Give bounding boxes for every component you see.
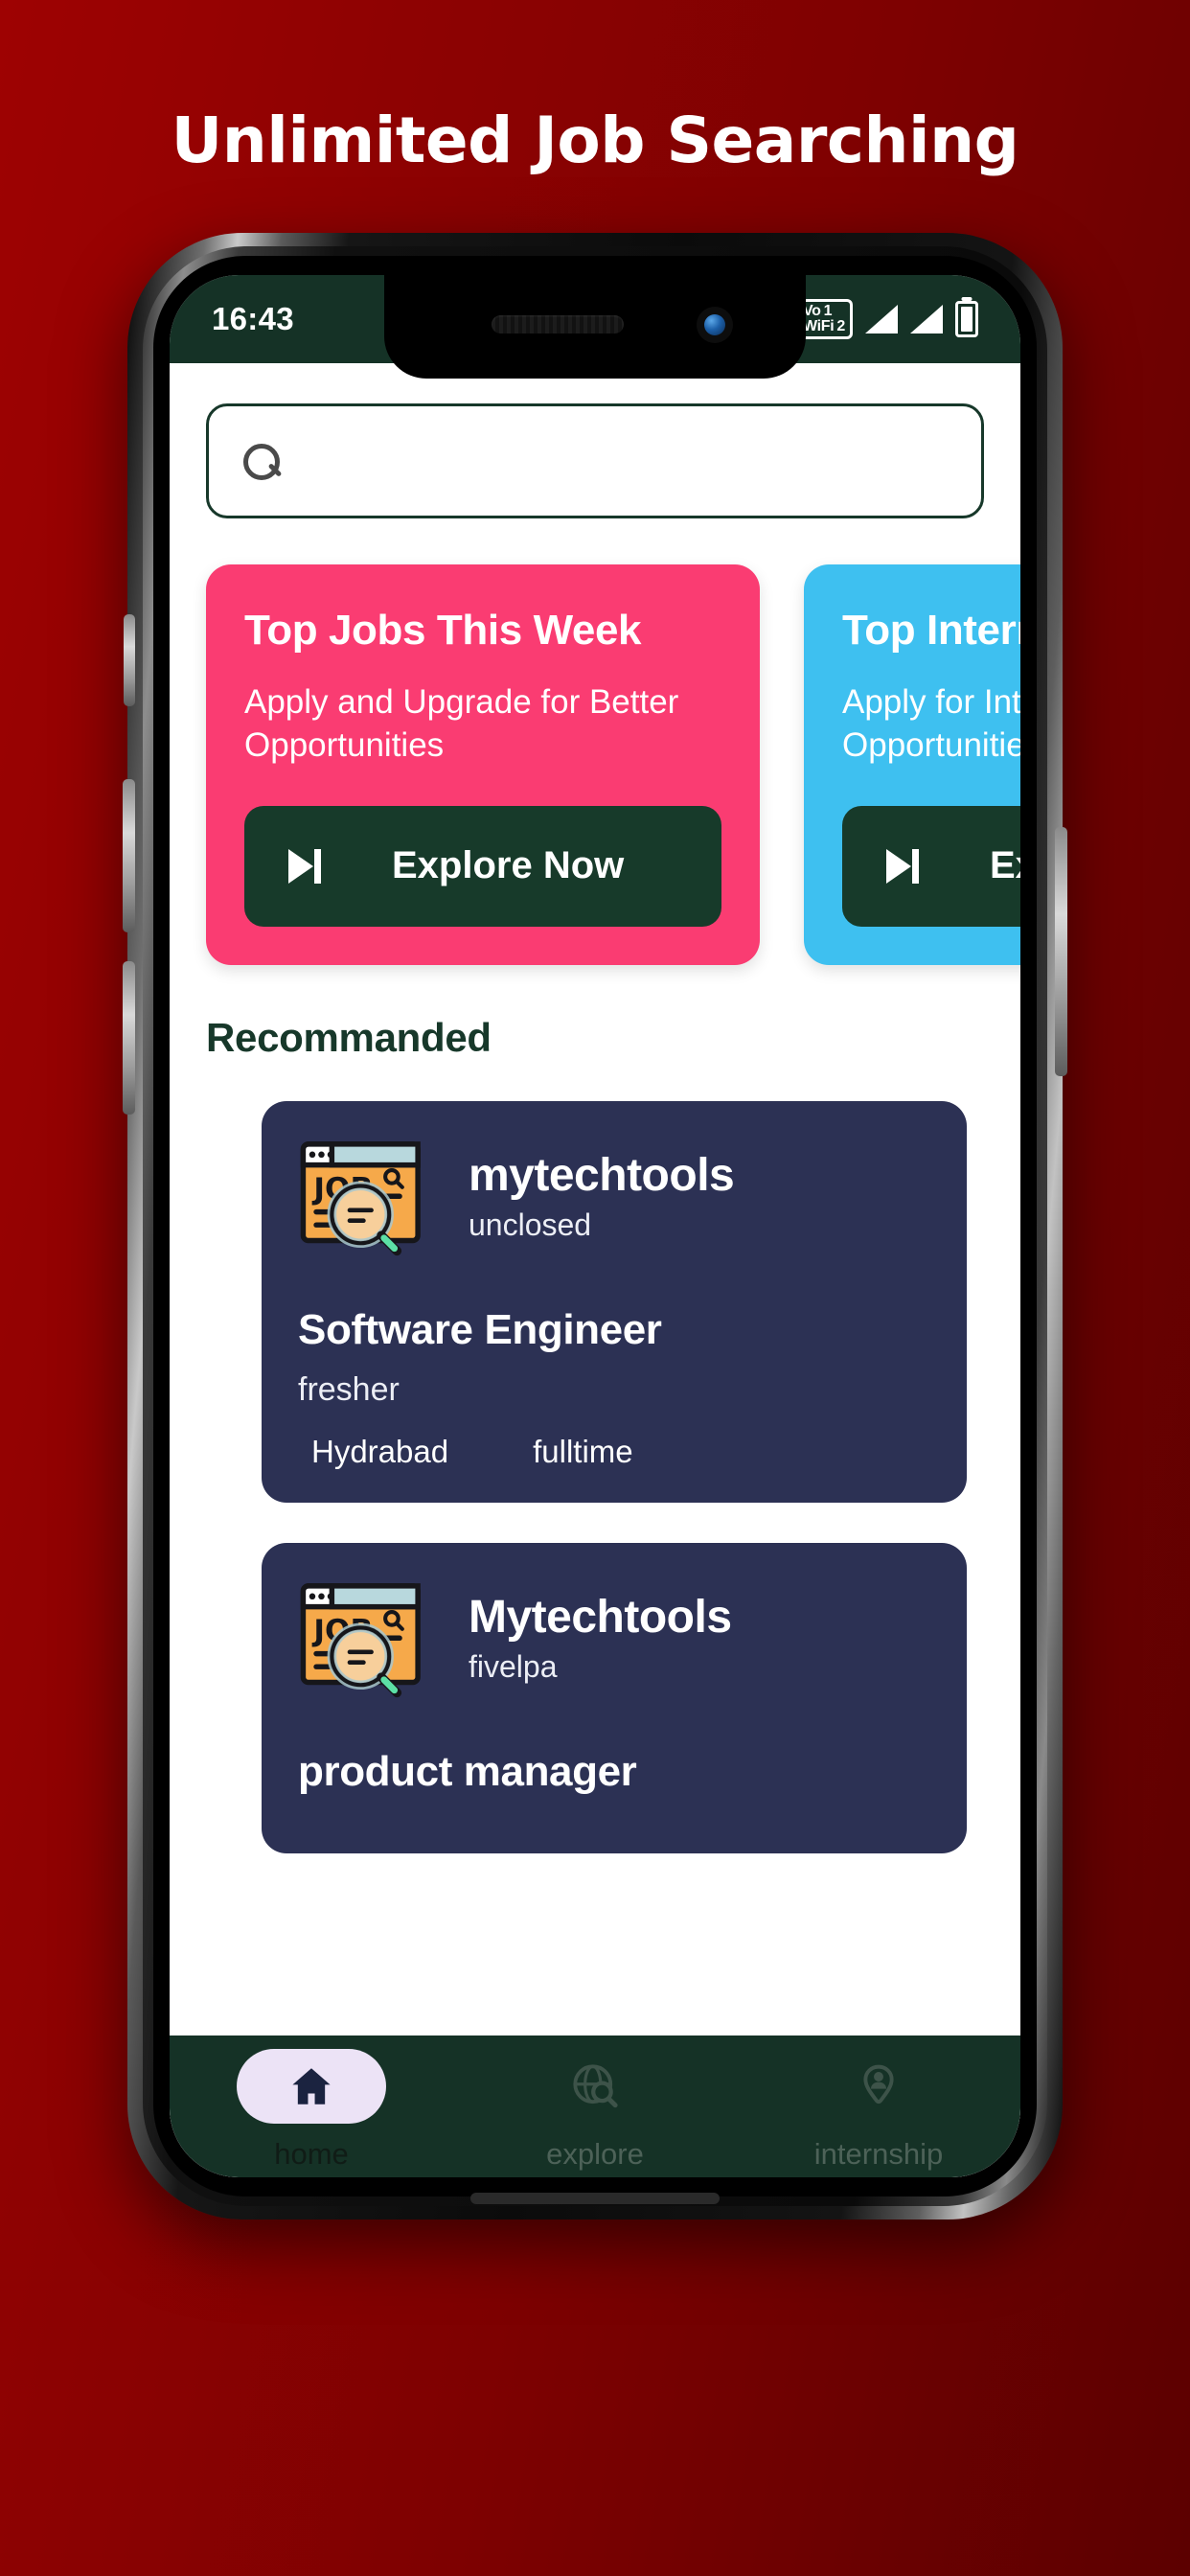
nav-label-internship: internship — [813, 2137, 944, 2171]
status-bar-clock: 16:43 — [212, 301, 294, 336]
sim-2-label: 2 — [836, 318, 845, 334]
skip-forward-icon — [886, 848, 919, 884]
promo-card-top-jobs[interactable]: Top Jobs This Week Apply and Upgrade for… — [206, 564, 760, 965]
silence-switch[interactable] — [124, 614, 135, 706]
home-indicator — [470, 2193, 720, 2204]
explore-now-button[interactable]: Explore Now — [842, 805, 1020, 927]
job-company-name: mytechtools — [469, 1149, 735, 1201]
phone-mockup: 16:43 Vo 1 WiFi 2 Top Jobs This Week App… — [123, 233, 1067, 2220]
job-company-block: Mytechtools fivelpa — [469, 1576, 732, 1685]
job-card[interactable]: JOB — [262, 1100, 967, 1503]
job-card-header: JOB — [298, 1134, 928, 1264]
search-icon — [241, 442, 280, 480]
nav-pill — [520, 2049, 670, 2124]
sim-1-label: 1 — [823, 302, 833, 319]
explore-now-label: Explore Now — [990, 844, 1020, 887]
job-company-block: mytechtools unclosed — [469, 1134, 735, 1243]
promo-subtitle: Apply and Upgrade for Better Opportuniti… — [244, 683, 679, 764]
nav-label-explore: explore — [546, 2137, 644, 2171]
nav-item-internship[interactable]: internship — [737, 2036, 1020, 2172]
status-bar-indicators: Vo 1 WiFi 2 — [794, 298, 978, 340]
job-title: product manager — [298, 1747, 637, 1795]
job-company-sub: unclosed — [469, 1207, 592, 1242]
signal-bars-icon-1 — [865, 305, 898, 334]
volume-up-button[interactable] — [123, 779, 135, 932]
search-bar[interactable] — [206, 403, 984, 518]
phone-notch — [384, 275, 806, 379]
person-pin-icon — [863, 2064, 894, 2104]
power-button[interactable] — [1055, 827, 1067, 1076]
home-icon — [292, 2068, 331, 2104]
recommended-section-title: Recommanded — [206, 1014, 492, 1060]
explore-now-button[interactable]: Explore Now — [244, 805, 721, 927]
explore-now-label: Explore Now — [392, 844, 625, 887]
signal-bars-icon-2 — [910, 305, 943, 334]
promo-carousel[interactable]: Top Jobs This Week Apply and Upgrade for… — [206, 564, 1020, 965]
bottom-navigation: home explore internship — [170, 2036, 1020, 2177]
job-search-icon: JOB — [298, 1134, 428, 1264]
nav-label-home: home — [274, 2137, 349, 2171]
skip-forward-icon — [288, 848, 321, 884]
nav-active-pill — [237, 2049, 386, 2124]
front-camera-icon — [697, 307, 733, 343]
promo-title: Top Internships — [842, 607, 1020, 654]
promo-subtitle: Apply for Internships and Better Opportu… — [842, 683, 1020, 764]
job-card[interactable]: JOB — [262, 1542, 967, 1853]
page-title: Unlimited Job Searching — [171, 104, 1019, 177]
job-title: Software Engineer — [298, 1305, 662, 1353]
scroll-area[interactable]: Top Jobs This Week Apply and Upgrade for… — [170, 363, 1020, 2036]
job-company-name: Mytechtools — [469, 1591, 732, 1643]
phone-screen: 16:43 Vo 1 WiFi 2 Top Jobs This Week App… — [170, 275, 1020, 2177]
app-content: Top Jobs This Week Apply and Upgrade for… — [170, 363, 1020, 2177]
job-card-header: JOB — [298, 1576, 928, 1706]
job-type: fulltime — [533, 1433, 633, 1469]
job-location: Hydrabad — [311, 1433, 449, 1469]
job-level: fresher — [298, 1370, 400, 1408]
nav-pill — [804, 2049, 953, 2124]
globe-search-icon — [573, 2064, 618, 2108]
volume-down-button[interactable] — [123, 961, 135, 1115]
nav-item-explore[interactable]: explore — [453, 2036, 737, 2172]
job-search-icon: JOB — [298, 1576, 428, 1706]
search-input[interactable] — [297, 442, 949, 480]
nav-item-home[interactable]: home — [170, 2036, 453, 2172]
promo-title: Top Jobs This Week — [244, 607, 642, 654]
earpiece-speaker-icon — [492, 315, 624, 334]
battery-icon — [955, 301, 978, 337]
promo-card-top-internships[interactable]: Top Internships Apply for Internships an… — [804, 564, 1020, 965]
job-tags: Hydrabad fulltime — [298, 1434, 928, 1470]
job-company-sub: fivelpa — [469, 1648, 558, 1684]
vowifi-label-2: WiFi — [802, 318, 835, 334]
